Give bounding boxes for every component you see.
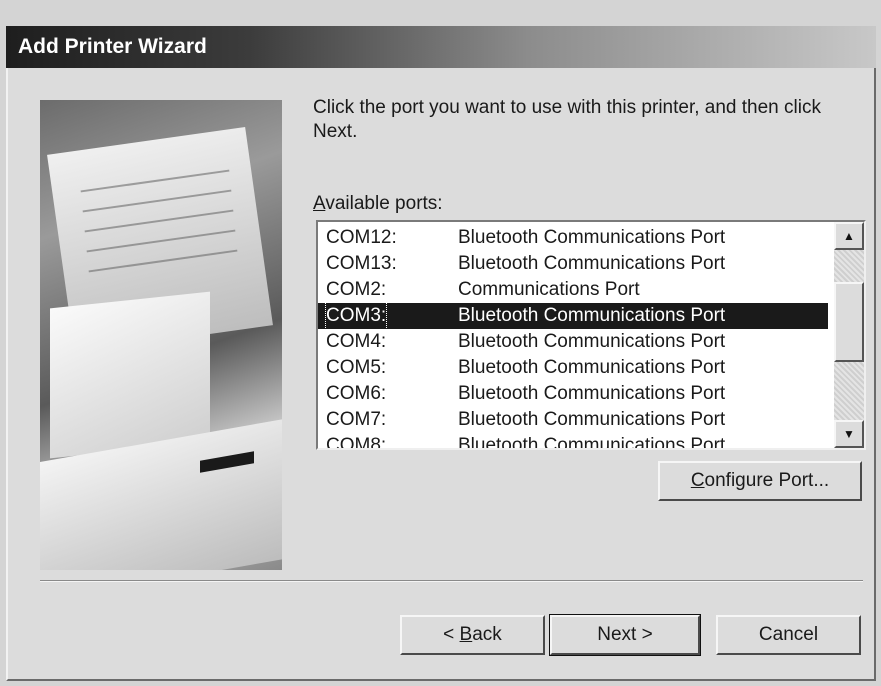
- port-name: COM13:: [326, 253, 397, 274]
- port-row[interactable]: COM4: Bluetooth Communications Port: [318, 329, 828, 355]
- window-title: Add Printer Wizard: [18, 35, 207, 58]
- port-row[interactable]: COM2: Communications Port: [318, 277, 828, 303]
- port-name: COM6:: [326, 383, 387, 404]
- scroll-up-arrow-icon[interactable]: ▲: [834, 222, 864, 250]
- port-description: Bluetooth Communications Port: [458, 331, 726, 352]
- port-row[interactable]: COM5: Bluetooth Communications Port: [318, 355, 828, 381]
- title-bar[interactable]: Add Printer Wizard: [6, 26, 876, 68]
- port-name: COM4:: [326, 331, 387, 352]
- back-button[interactable]: < Back: [400, 615, 545, 655]
- next-button[interactable]: Next >: [549, 614, 701, 656]
- port-description: Bluetooth Communications Port: [458, 357, 726, 378]
- configure-port-label: onfigure Port...: [704, 470, 830, 491]
- port-row[interactable]: COM3: Bluetooth Communications Port: [318, 302, 828, 330]
- port-row[interactable]: COM12: Bluetooth Communications Port: [318, 225, 828, 251]
- button-separator: [40, 580, 863, 582]
- port-name: COM5:: [326, 357, 387, 378]
- back-prefix: <: [443, 624, 460, 645]
- scroll-down-arrow-icon[interactable]: ▼: [834, 420, 864, 448]
- port-description: Bluetooth Communications Port: [458, 253, 726, 274]
- printer-photo: [40, 100, 282, 570]
- scrollbar-thumb[interactable]: [834, 282, 864, 362]
- port-row[interactable]: COM8: Bluetooth Communications Port: [318, 433, 828, 450]
- port-name: COM3:: [324, 302, 388, 330]
- blank-paper-sheet: [50, 291, 210, 459]
- ports-label-text: vailable ports:: [325, 193, 443, 214]
- ports-label-accelerator: A: [313, 193, 326, 214]
- port-description: Bluetooth Communications Port: [458, 435, 726, 450]
- port-description: Bluetooth Communications Port: [458, 305, 726, 326]
- back-accelerator: B: [459, 624, 473, 645]
- port-name: COM12:: [326, 227, 397, 248]
- port-name: COM2:: [326, 279, 387, 300]
- available-ports-label: Available ports:: [313, 193, 443, 215]
- ports-list: COM12: Bluetooth Communications Port COM13…: [318, 225, 828, 450]
- port-description: Bluetooth Communications Port: [458, 409, 726, 430]
- port-row[interactable]: COM6: Bluetooth Communications Port: [318, 381, 828, 407]
- cancel-button[interactable]: Cancel: [716, 615, 861, 655]
- configure-port-button[interactable]: Configure Port...: [658, 461, 862, 501]
- port-description: Communications Port: [458, 279, 640, 300]
- port-row[interactable]: COM7: Bluetooth Communications Port: [318, 407, 828, 433]
- back-label: ack: [472, 624, 502, 645]
- port-row[interactable]: COM13: Bluetooth Communications Port: [318, 251, 828, 277]
- port-description: Bluetooth Communications Port: [458, 383, 726, 404]
- port-name: COM7:: [326, 409, 387, 430]
- ports-scrollbar[interactable]: ▲ ▼: [834, 222, 864, 448]
- ports-listbox[interactable]: COM12: Bluetooth Communications Port COM13…: [316, 220, 866, 450]
- configure-port-accelerator: C: [690, 470, 705, 491]
- port-description: Bluetooth Communications Port: [458, 227, 726, 248]
- instruction-text: Click the port you want to use with this…: [313, 97, 821, 142]
- port-name: COM8:: [326, 435, 387, 450]
